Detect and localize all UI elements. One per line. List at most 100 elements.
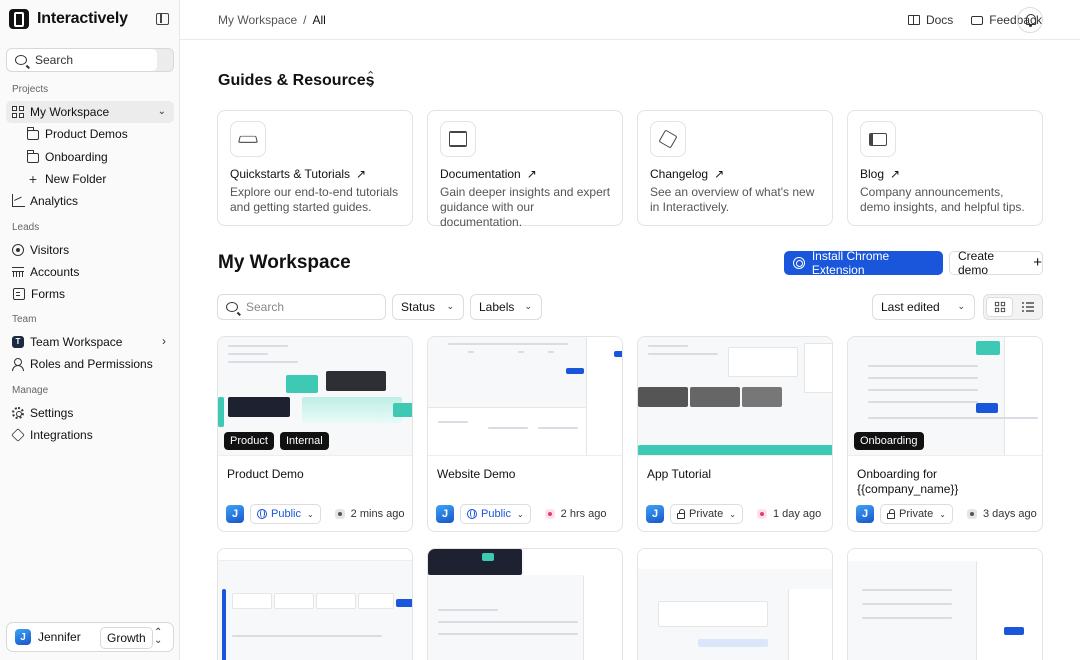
sort-select[interactable]: Last edited ⌄ [872,294,975,320]
sidebar-item-accounts[interactable]: Accounts [6,261,174,283]
label-tag: Internal [280,432,329,450]
section-label-manage: Manage [12,385,49,396]
demo-card[interactable]: App Tutorial J Private ⌄ 1 day ago [637,336,833,532]
labels-filter-label: Labels [479,300,515,314]
sidebar-item-settings[interactable]: Settings [6,402,174,424]
labels-filter[interactable]: Labels ⌄ [470,294,542,320]
breadcrumb-workspace[interactable]: My Workspace [218,13,297,27]
gear-icon [12,407,24,419]
demo-footer: J Private ⌄ 1 day ago [646,504,821,524]
books-icon [440,121,476,157]
visibility-select[interactable]: Private ⌄ [670,504,743,524]
sidebar-toggle-icon[interactable] [156,13,169,25]
search-icon [15,55,27,65]
search-icon [226,302,238,312]
sidebar-item-label: Integrations [30,428,93,442]
guide-card-quickstarts[interactable]: Quickstarts & Tutorials ↗ Explore our end… [217,110,413,226]
demo-card[interactable] [217,548,413,660]
chevron-down-icon: ⌄ [957,301,965,311]
brand-name: Interactively [37,10,128,27]
sidebar-item-roles[interactable]: Roles and Permissions [6,353,174,375]
demo-thumbnail [428,549,622,660]
demo-card[interactable] [637,548,833,660]
demo-card[interactable]: Product Internal Product Demo J Public ⌄… [217,336,413,532]
grid-view-button[interactable] [986,297,1013,317]
visibility-select[interactable]: Public ⌄ [250,504,321,524]
last-edited: 3 days ago [966,508,1037,520]
last-edited: 2 hrs ago [544,508,607,520]
folder-icon [27,150,39,163]
last-edited: 1 day ago [756,508,821,520]
visibility-select[interactable]: Public ⌄ [460,504,531,524]
demo-card[interactable]: Onboarding Onboarding for {{company_name… [847,336,1043,532]
sidebar-item-analytics[interactable]: Analytics [6,190,174,212]
sidebar-item-my-workspace[interactable]: My Workspace ⌄ [6,101,174,123]
brand[interactable]: Interactively [9,9,128,29]
page-title: My Workspace [218,252,351,273]
guide-desc: See an overview of what's new in Interac… [650,185,815,214]
guide-title: Quickstarts & Tutorials ↗ [230,167,367,181]
graduation-cap-icon [230,121,266,157]
chevron-right-icon[interactable]: › [162,334,166,348]
search-input[interactable] [246,300,376,314]
sidebar-item-label: New Folder [45,172,107,186]
docs-label: Docs [925,13,954,27]
chevron-down-icon[interactable]: ⌄ [158,106,166,117]
guide-desc: Company announcements, demo insights, an… [860,185,1025,214]
sidebar-item-product-demos[interactable]: Product Demos [22,123,174,145]
sidebar-item-forms[interactable]: Forms [6,283,174,305]
avatar: J [856,505,874,523]
sidebar-item-new-folder[interactable]: + New Folder [22,168,174,190]
arrow-up-right-icon: ↗ [890,167,901,181]
newspaper-icon [860,121,896,157]
guide-card-blog[interactable]: Blog ↗ Company announcements, demo insigh… [847,110,1043,226]
docs-link[interactable]: Docs [907,13,954,27]
guides-title: Guides & Resources [218,72,375,89]
sidebar-item-label: Product Demos [45,127,128,141]
guide-card-documentation[interactable]: Documentation ↗ Gain deeper insights and … [427,110,623,229]
chevron-down-icon: ⌄ [446,301,454,311]
lock-icon [677,508,685,519]
globe-icon [257,509,267,519]
chevron-updown-icon[interactable]: ⌃ ⌄ [366,71,375,90]
plus-icon: + [1033,254,1042,271]
sidebar-item-integrations[interactable]: Integrations [6,424,174,446]
breadcrumb-current: All [312,13,326,27]
bell-icon[interactable] [1017,7,1043,33]
chat-icon [971,15,984,25]
user-icon [12,358,24,371]
sidebar-item-label: Onboarding [45,150,108,164]
list-icon[interactable] [1022,302,1034,312]
chevron-down-icon: ⌄ [306,509,314,519]
install-extension-button[interactable]: Install Chrome Extension [784,249,943,277]
create-demo-button[interactable]: Create demo + [949,249,1043,277]
guide-card-changelog[interactable]: Changelog ↗ See an overview of what's new… [637,110,833,226]
user-menu[interactable]: J Jennifer Growth ⌃ ⌄ [6,622,174,652]
status-filter[interactable]: Status ⌄ [392,294,464,320]
header-divider [180,39,1080,40]
demo-footer: J Private ⌄ 3 days ago [856,504,1037,524]
chevron-down-icon: ⌄ [516,509,524,519]
demo-search[interactable] [217,294,386,320]
lock-icon [887,508,895,519]
arrow-up-right-icon: ↗ [714,167,725,181]
sidebar-item-visitors[interactable]: Visitors [6,239,174,261]
sidebar: Interactively Search Projects My Workspa… [0,0,180,660]
demo-card[interactable] [427,548,623,660]
sidebar-item-team-workspace[interactable]: T Team Workspace › [6,331,174,353]
sidebar-search[interactable]: Search [6,48,174,72]
avatar: J [646,505,664,523]
demo-card[interactable] [847,548,1043,660]
visibility-select[interactable]: Private ⌄ [880,504,953,524]
arrow-up-right-icon: ↗ [526,167,537,181]
sidebar-item-onboarding[interactable]: Onboarding [22,146,174,168]
sort-select-label: Last edited [881,300,940,314]
chevron-updown-icon[interactable]: ⌃ ⌄ [154,628,162,646]
puzzle-icon [11,428,25,442]
chevron-down-icon: ⌄ [939,509,946,519]
grid-icon [12,106,24,118]
demo-title: Onboarding for {{company_name}} [857,467,959,496]
demo-thumbnail [428,337,622,456]
breadcrumb: My Workspace / All [218,13,326,27]
demo-card[interactable]: Website Demo J Public ⌄ 2 hrs ago [427,336,623,532]
